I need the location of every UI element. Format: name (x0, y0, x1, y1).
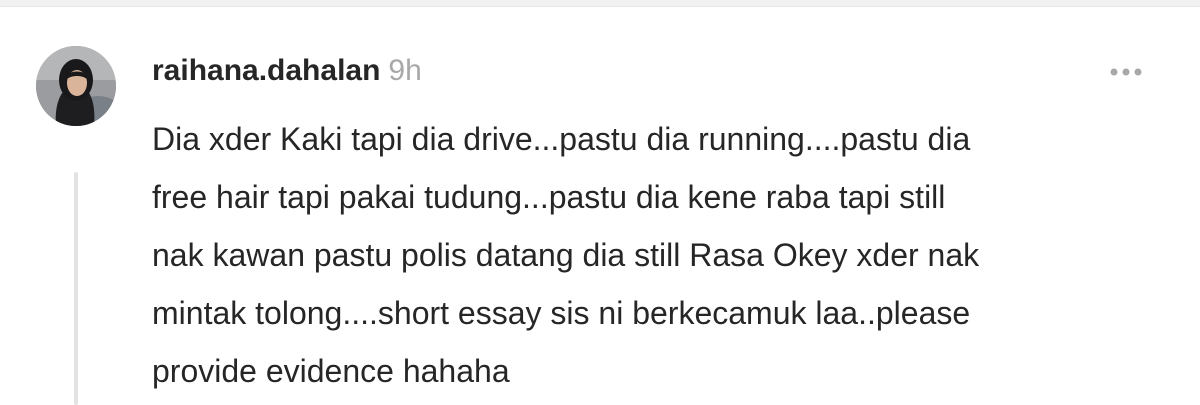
comment-text-line: free hair tapi pakai tudung...pastu dia … (152, 179, 946, 215)
username[interactable]: raihana.dahalan (152, 54, 380, 88)
thread-line (74, 172, 78, 405)
comment-text-line: mintak tolong....short essay sis ni berk… (152, 295, 971, 331)
comment-header: raihana.dahalan 9h (152, 54, 422, 94)
more-options-button[interactable] (1100, 52, 1152, 92)
timestamp: 9h (388, 54, 422, 87)
comment-text-line: nak kawan pastu polis datang dia still R… (152, 237, 980, 273)
more-options-icon (1110, 68, 1142, 76)
avatar[interactable] (36, 46, 116, 126)
user-avatar-photo-icon (36, 46, 116, 126)
comment-item: raihana.dahalan 9h Dia xder Kaki tapi di… (0, 0, 1200, 405)
comment-text-line: Dia xder Kaki tapi dia drive...pastu dia… (152, 121, 971, 157)
comment-text-line: provide evidence hahaha (152, 353, 510, 389)
comment-text: Dia xder Kaki tapi dia drive...pastu dia… (152, 110, 1172, 400)
